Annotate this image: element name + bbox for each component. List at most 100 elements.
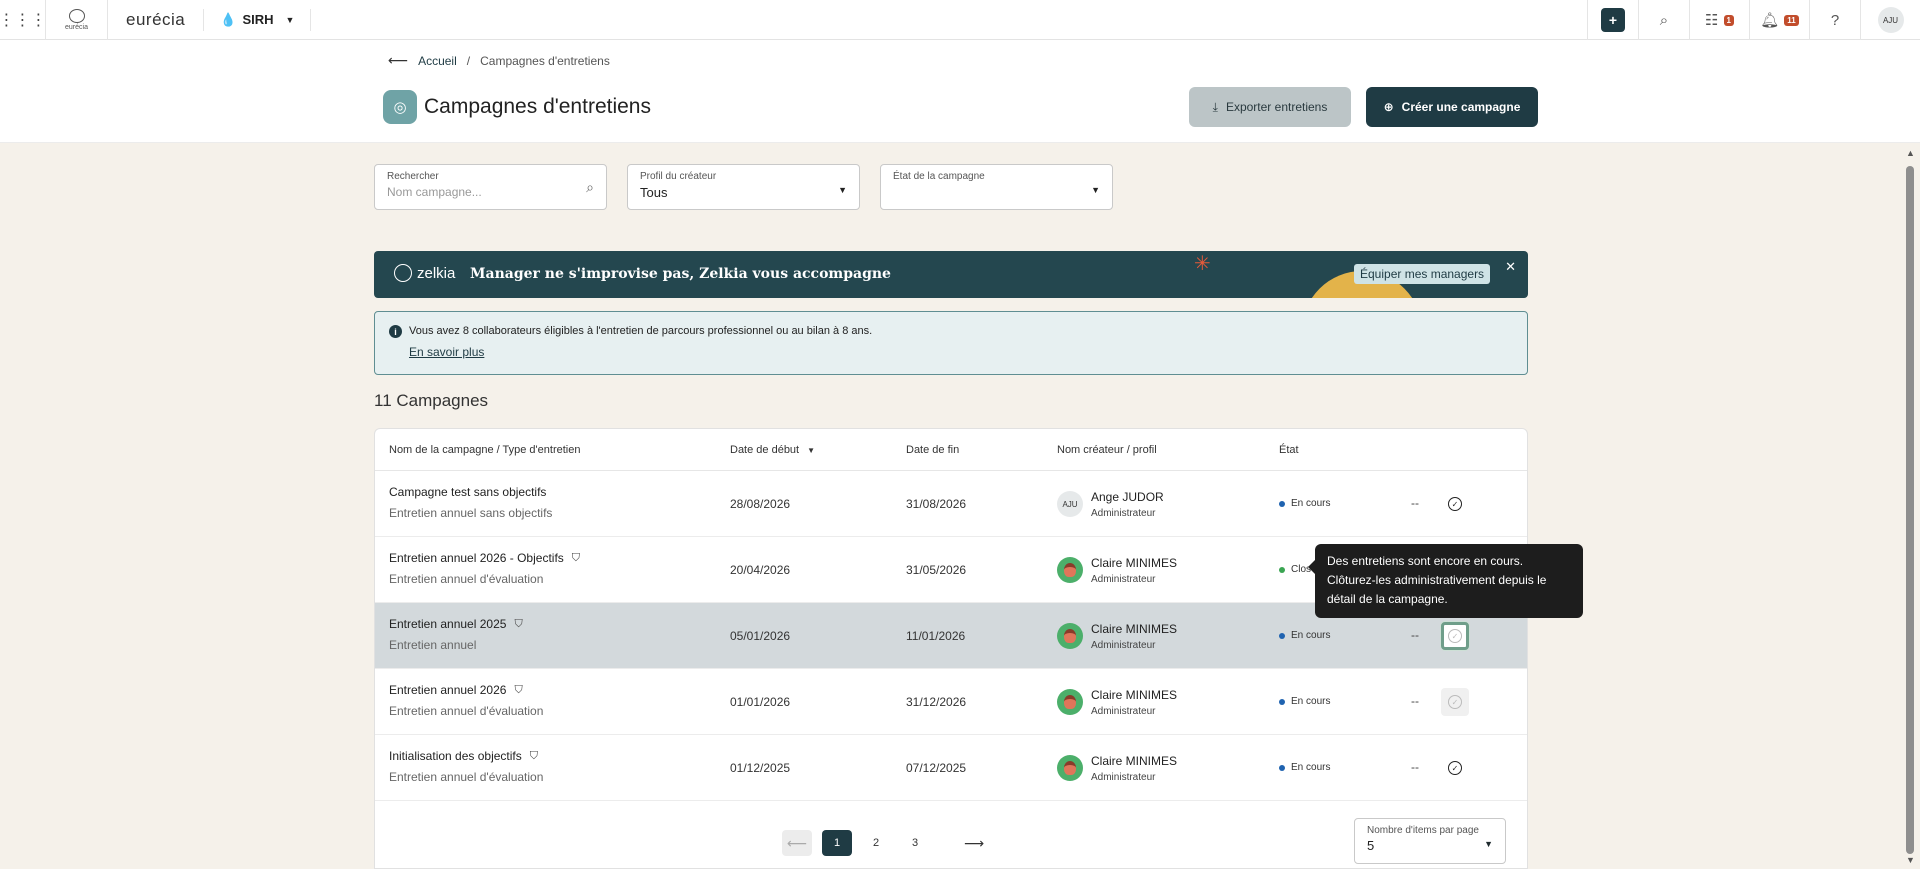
arrow-left-icon: ⟵ [786, 834, 808, 851]
check-circle-icon: ✓ [1448, 629, 1462, 643]
scrollbar[interactable]: ▲ ▼ [1903, 148, 1917, 869]
close-campaign-button[interactable]: ✓ [1441, 490, 1469, 518]
prev-page-button[interactable]: ⟵ [782, 830, 812, 856]
module-selector[interactable]: 💧 SIRH ▼ [204, 8, 312, 31]
page-header: ⟵ Accueil / Campagnes d'entretiens ◎ Cam… [0, 40, 1920, 143]
objectives-icon: ⛉ [529, 749, 538, 762]
caret-down-icon: ▼ [1091, 185, 1100, 195]
user-avatar: AJU [1877, 7, 1904, 33]
page-1-button[interactable]: 1 [822, 830, 852, 856]
close-icon[interactable]: ✕ [1505, 259, 1516, 275]
status-dot [1279, 698, 1285, 705]
search-button[interactable]: ⌕ [1638, 0, 1689, 40]
arrow-right-icon: ⟶ [963, 834, 985, 851]
back-arrow-icon[interactable]: ⟵ [388, 52, 408, 69]
caret-down-icon: ▼ [285, 14, 295, 25]
create-campaign-button[interactable]: ⊕ Créer une campagne [1366, 87, 1538, 127]
status-badge: Clos [1279, 564, 1311, 575]
table-row[interactable]: Entretien annuel 2026 ⛉ Entretien annuel … [375, 669, 1527, 735]
brand-name[interactable]: eurécia [108, 8, 205, 31]
info-text: Vous avez 8 collaborateurs éligibles à l… [409, 325, 873, 337]
info-icon: i [389, 325, 402, 338]
header-creator: Nom créateur / profil [1057, 444, 1157, 456]
table-header: Nom de la campagne / Type d'entretien Da… [375, 429, 1527, 471]
table-row[interactable]: Initialisation des objectifs ⛉ Entretien … [375, 735, 1527, 801]
close-campaign-button[interactable]: ✓ [1441, 688, 1469, 716]
star-decoration-icon: ✳ [1194, 253, 1211, 275]
avatar [1057, 689, 1083, 715]
person-avatar-icon [1064, 563, 1076, 577]
caret-down-icon: ▼ [838, 185, 847, 195]
person-avatar-icon [1064, 695, 1076, 709]
info-alert: i Vous avez 8 collaborateurs éligibles à… [374, 311, 1528, 375]
apps-grid-icon[interactable]: ⋮⋮⋮ [0, 0, 47, 40]
objectives-icon: ⛉ [571, 551, 581, 564]
sort-desc-icon: ▼ [807, 446, 816, 455]
quick-add-button[interactable]: + [1587, 0, 1638, 40]
breadcrumb-home[interactable]: Accueil [418, 54, 457, 68]
status-badge: En cours [1279, 696, 1330, 707]
filters-bar: Rechercher Nom campagne... ⌕ Profil du c… [0, 143, 1920, 231]
help-button[interactable]: ? [1809, 0, 1860, 40]
notifications-badge: 11 [1784, 14, 1799, 26]
download-icon: ⤓ [1212, 99, 1218, 114]
banner-message: Manager ne s'improvise pas, Zelkia vous … [470, 266, 891, 282]
breadcrumb-separator: / [466, 53, 471, 68]
scrollbar-thumb[interactable] [1906, 166, 1914, 854]
user-menu[interactable]: AJU [1860, 0, 1920, 40]
status-badge: En cours [1279, 762, 1330, 773]
check-circle-icon: ✓ [1448, 497, 1462, 511]
scroll-down-icon[interactable]: ▼ [1906, 855, 1915, 865]
page-3-button[interactable]: 3 [900, 830, 930, 856]
search-input[interactable]: Rechercher Nom campagne... ⌕ [374, 164, 607, 210]
campaigns-table: Nom de la campagne / Type d'entretien Da… [374, 428, 1528, 869]
page-2-button[interactable]: 2 [861, 830, 891, 856]
campaign-count: 11 Campagnes [374, 391, 489, 410]
items-per-page-select[interactable]: Nombre d'items par page 5 ▼ [1354, 818, 1506, 864]
learn-more-link[interactable]: En savoir plus [409, 345, 484, 359]
header-start-date[interactable]: Date de début ▼ [730, 444, 815, 456]
equip-managers-button[interactable]: Équiper mes managers [1354, 264, 1491, 284]
search-icon: ⌕ [586, 179, 594, 195]
caret-down-icon: ▼ [1484, 839, 1493, 849]
zelkia-banner: zelkia Manager ne s'improvise pas, Zelki… [374, 251, 1528, 298]
plus-icon: + [1601, 8, 1625, 32]
next-page-button[interactable]: ⟶ [959, 830, 989, 856]
check-circle-icon: ✓ [1448, 695, 1462, 709]
header-state: État [1279, 444, 1299, 456]
creator-profile-select[interactable]: Profil du créateur Tous ▼ [627, 164, 860, 210]
eurecia-logo[interactable]: eurécia [46, 0, 108, 40]
close-campaign-button[interactable]: ✓ [1441, 754, 1469, 782]
breadcrumb: ⟵ Accueil / Campagnes d'entretiens [388, 52, 610, 69]
zelkia-logo: zelkia [394, 264, 455, 282]
objectives-icon: ⛉ [514, 617, 523, 630]
tasks-icon: ☷ [1705, 12, 1719, 29]
campaign-state-select[interactable]: État de la campagne ▼ [880, 164, 1113, 210]
table-row[interactable]: Campagne test sans objectifs Entretien a… [375, 471, 1527, 537]
check-circle-icon: ✓ [1448, 761, 1462, 775]
logo-mark-icon [68, 8, 85, 23]
header-name: Nom de la campagne / Type d'entretien [389, 444, 581, 456]
close-campaign-button[interactable]: ✓ [1441, 622, 1469, 650]
objectives-icon: ⛉ [514, 683, 523, 696]
export-interviews-button[interactable]: ⤓ Exporter entretiens [1189, 87, 1351, 127]
breadcrumb-current: Campagnes d'entretiens [480, 53, 610, 68]
plus-circle-icon: ⊕ [1383, 100, 1394, 114]
notifications-button[interactable]: 🔔︎ 11 [1749, 0, 1809, 40]
avatar [1057, 755, 1083, 781]
person-avatar-icon [1064, 761, 1076, 775]
avatar [1057, 557, 1083, 583]
status-badge: En cours [1279, 498, 1330, 509]
tasks-badge: 1 [1723, 14, 1734, 26]
top-bar: ⋮⋮⋮ eurécia eurécia 💧 SIRH ▼ + ⌕ ☷ 1 🔔︎ 11… [0, 0, 1920, 40]
status-dot [1279, 566, 1285, 573]
status-dot [1279, 500, 1285, 507]
status-dot [1279, 764, 1285, 771]
page-title: Campagnes d'entretiens [424, 95, 651, 118]
interview-campaign-icon: ◎ [383, 90, 417, 124]
person-avatar-icon [1064, 629, 1076, 643]
tasks-button[interactable]: ☷ 1 [1689, 0, 1749, 40]
zelkia-logo-icon [394, 264, 412, 282]
bell-icon: 🔔︎ [1760, 12, 1780, 29]
scroll-up-icon[interactable]: ▲ [1906, 148, 1915, 158]
